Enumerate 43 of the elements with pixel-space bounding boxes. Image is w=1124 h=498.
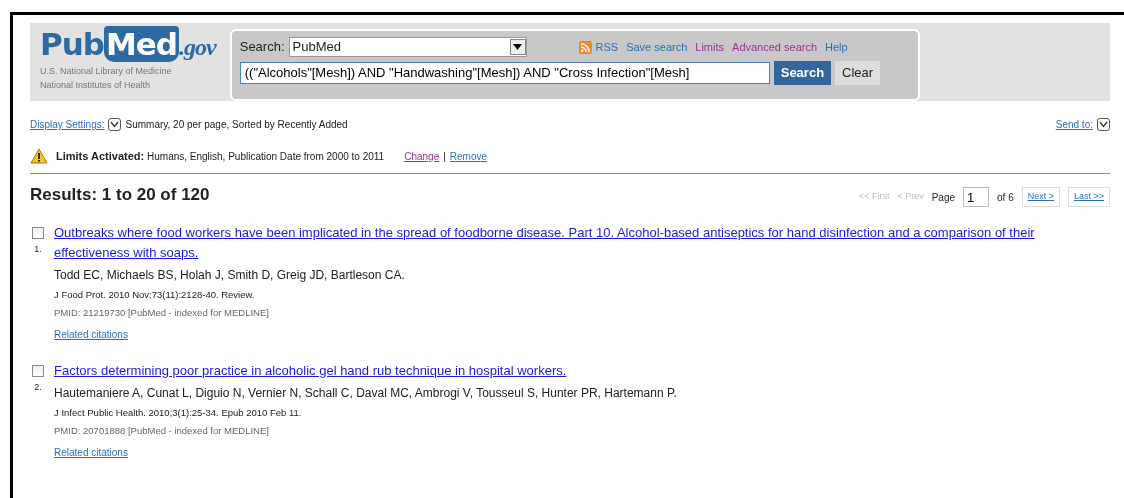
rss-link[interactable]: RSS (595, 38, 619, 56)
toolbar-link[interactable]: Advanced search (732, 38, 818, 56)
related-citations-link[interactable]: Related citations (54, 444, 128, 460)
results-heading: Results: 1 to 20 of 120 (30, 183, 210, 206)
next-page-button[interactable]: Next > (1021, 187, 1060, 207)
dropdown-icon[interactable] (108, 118, 122, 131)
search-field[interactable]: (("Alcohols"[Mesh]) AND "Handwashing"[Mesh]) AND "Cross Infection"[Mesh] (239, 61, 770, 84)
toolbar-link[interactable]: Limits (695, 38, 725, 56)
database-select[interactable]: PubMed (288, 37, 527, 57)
checkbox[interactable] (32, 364, 44, 377)
result-authors: Todd EC, Michaels BS, Holah J, Smith D, Greig JD, Bartleson CA. (54, 267, 406, 284)
warning-icon (30, 148, 48, 165)
result-number: 1. (34, 243, 42, 256)
send-to-link[interactable]: Send to: (1055, 117, 1093, 132)
result-pmid: PMID: 20701888 [PubMed - indexed for MEDLINE] (54, 424, 270, 439)
related-citations-link[interactable]: Related citations (54, 326, 128, 342)
display-settings-link[interactable]: Display Settings: (30, 117, 105, 132)
limits-text: Limits Activated: Humans, English, Publication Date from 2000 to 2011 (56, 149, 385, 164)
display-summary: Summary, 20 per page, Sorted by Recently Added (125, 118, 348, 132)
logo-subtitle: National Institutes of Health (40, 79, 152, 92)
page-count: of 6 (997, 190, 1014, 205)
checkbox[interactable] (32, 227, 44, 239)
clear-button[interactable]: Clear (835, 61, 881, 85)
result-pmid: PMID: 21219730 [PubMed - indexed for MEDLINE] (54, 306, 270, 321)
logo-subtitle: U.S. National Library of Medicine (40, 65, 173, 78)
page-label: Page (931, 190, 955, 205)
result-journal: J Infect Public Health. 2010;3(1):25-34. Epub 2010 Feb 11. (54, 406, 303, 420)
result-title-link[interactable]: Factors determining poor practice in alcoholic gel hand rub technique in hospital workers. (54, 360, 677, 380)
search-label: Search: (239, 38, 285, 57)
toolbar-link[interactable]: Save search (626, 38, 688, 56)
last-page-button[interactable]: Last >> (1067, 187, 1110, 207)
limit-action-link[interactable]: Remove (449, 148, 488, 164)
dropdown-icon[interactable] (1097, 118, 1110, 131)
result-title-link[interactable]: Outbreaks where food workers have been implicated in the spread of foodborne disease. Part 10. Alcohol-based antiseptics for hand disinfection and a comparison of their effectiveness with soaps. (54, 223, 1094, 262)
rss-icon (578, 40, 592, 54)
limit-action-link[interactable]: Change (404, 148, 440, 164)
link-separator: | (443, 149, 446, 164)
result-number: 2. (34, 380, 42, 394)
result-journal: J Food Prot. 2010 Nov;73(11):2128-40. Review. (54, 288, 256, 302)
toolbar-link[interactable]: Help (825, 38, 848, 56)
page-field[interactable]: 1 (963, 187, 989, 207)
result-authors: Hautemaniere A, Cunat L, Diguio N, Vernier N, Schall C, Daval MC, Ambrogi V, Tousseul S, Hunter PR, Hartemann P. (54, 385, 677, 402)
search-button[interactable]: Search (773, 61, 832, 85)
